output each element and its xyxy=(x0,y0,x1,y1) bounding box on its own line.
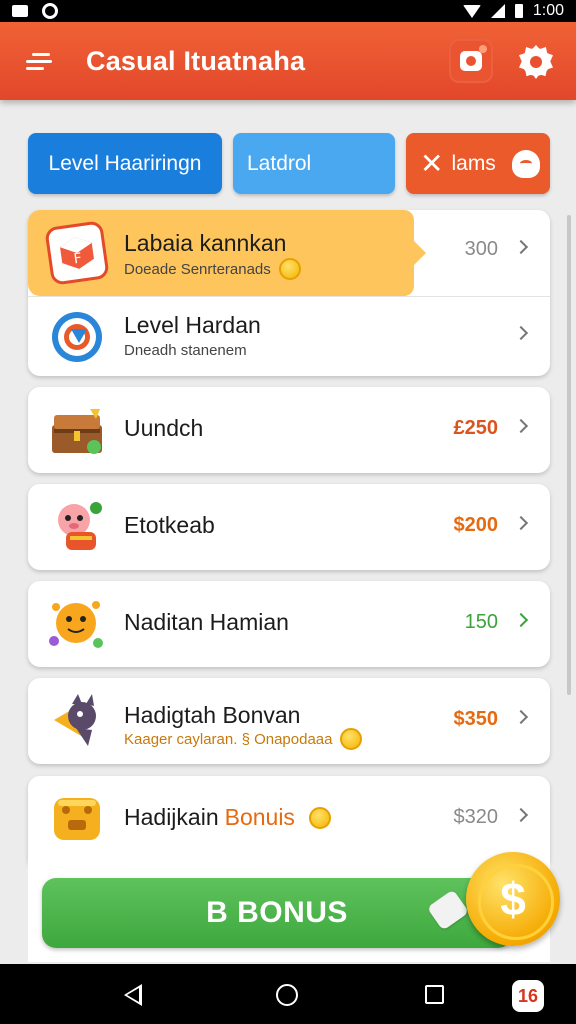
list-item[interactable]: Hadigtah Bonvan Kaager caylaran. § Onapo… xyxy=(28,678,550,764)
bonus-button-label: B BONUS xyxy=(206,896,348,929)
list-item-title: Level Hardan xyxy=(124,312,261,338)
list-item-subtitle-text: Doeade Senrteranads xyxy=(124,260,271,278)
list-item-value: 150 xyxy=(464,611,498,633)
list-item-value: $350 xyxy=(453,708,499,730)
gear-icon xyxy=(522,48,550,76)
list-card-group: F Labaia kannkan Doeade Senrteranads 300… xyxy=(28,210,550,376)
list-item-title-accent: Bonuis xyxy=(224,804,295,830)
sun-creature-icon xyxy=(48,595,106,653)
list-item[interactable]: Naditan Hamian 150 xyxy=(28,581,550,667)
gallery-notification-icon xyxy=(12,5,28,17)
tab-lams-label: lams xyxy=(451,151,496,175)
list-item-subtitle: Doeade Senrteranads xyxy=(124,258,301,280)
app-shortcut-label: 16 xyxy=(517,985,539,1006)
sync-notification-icon xyxy=(42,3,58,19)
list-item-value: $200 xyxy=(453,514,499,536)
dollar-icon: $ xyxy=(500,873,526,925)
gold-cube-icon xyxy=(48,790,106,848)
tab-latdrol[interactable]: Latdrol xyxy=(233,133,395,194)
coin-icon xyxy=(278,258,301,280)
mascot-icon xyxy=(511,149,540,178)
tab-level[interactable]: Level Haariringn xyxy=(28,133,222,194)
list-item-title: Uundch xyxy=(124,415,204,441)
tab-level-label: Level Haariringn xyxy=(48,151,202,175)
list-item-subtitle-text: Kaager caylaran. § Onapodaaa xyxy=(124,730,333,748)
target-icon xyxy=(48,308,106,366)
home-icon[interactable] xyxy=(276,984,298,1006)
notification-dot xyxy=(479,45,487,53)
app-shortcut-icon[interactable]: 16 xyxy=(512,980,544,1012)
list-item[interactable]: F Labaia kannkan Doeade Senrteranads 300 xyxy=(28,210,550,296)
navigation-bar: 16 xyxy=(0,964,576,1024)
list-item[interactable]: Level Hardan Dneadh stanenem xyxy=(28,296,550,376)
coin-icon xyxy=(340,728,363,750)
chevron-right-icon xyxy=(513,418,529,434)
list-item-value: $320 xyxy=(453,806,499,828)
tab-lams[interactable]: ✕ lams xyxy=(406,133,550,194)
chest-icon xyxy=(48,401,106,459)
chevron-right-icon xyxy=(513,515,529,531)
tab-latdrol-label: Latdrol xyxy=(247,151,312,175)
wifi-icon xyxy=(462,4,481,18)
app-title: Casual Ituatnaha xyxy=(86,45,306,76)
list-item-title: Etotkeab xyxy=(124,512,215,538)
dollar-coin-button[interactable]: $ xyxy=(466,852,560,946)
list-item-title: Labaia kannkan xyxy=(124,230,287,256)
status-bar: 1:00 xyxy=(0,0,576,22)
list-item[interactable]: Uundch £250 xyxy=(28,387,550,473)
back-icon[interactable] xyxy=(124,984,142,1006)
app-bar: Casual Ituatnaha xyxy=(0,22,576,100)
list-item-title: Hadijkain xyxy=(124,804,219,830)
list-item-value: 300 xyxy=(464,238,498,260)
list-item-title-group: Hadijkain Bonuis xyxy=(124,804,331,831)
chevron-right-icon xyxy=(513,239,529,255)
chevron-right-icon xyxy=(513,612,529,628)
list-item-subtitle: Dneadh stanenem xyxy=(124,342,247,359)
menu-icon[interactable] xyxy=(26,51,52,71)
chevron-right-icon xyxy=(513,709,529,725)
camera-icon xyxy=(460,51,482,71)
battery-icon xyxy=(514,4,523,18)
cube-icon: F xyxy=(44,220,110,286)
chevron-right-icon xyxy=(513,807,529,823)
settings-button[interactable] xyxy=(518,44,554,80)
recent-apps-icon[interactable] xyxy=(425,985,444,1004)
list-item-subtitle: Kaager caylaran. § Onapodaaa xyxy=(124,728,363,750)
camera-button[interactable] xyxy=(449,39,493,83)
list-item[interactable]: Hadijkain Bonuis $320 xyxy=(28,776,550,862)
scrollbar[interactable] xyxy=(567,215,571,695)
coin-icon xyxy=(308,806,331,829)
signal-icon xyxy=(490,4,505,18)
list-item-title: Hadigtah Bonvan xyxy=(124,702,301,728)
pig-icon xyxy=(48,498,106,556)
list-item-title: Naditan Hamian xyxy=(124,609,289,635)
bird-icon xyxy=(48,690,106,748)
x-icon: ✕ xyxy=(420,147,444,179)
list-item-value: £250 xyxy=(453,417,499,439)
status-time: 1:00 xyxy=(532,2,564,19)
chevron-right-icon xyxy=(513,325,529,341)
list-item[interactable]: Etotkeab $200 xyxy=(28,484,550,570)
